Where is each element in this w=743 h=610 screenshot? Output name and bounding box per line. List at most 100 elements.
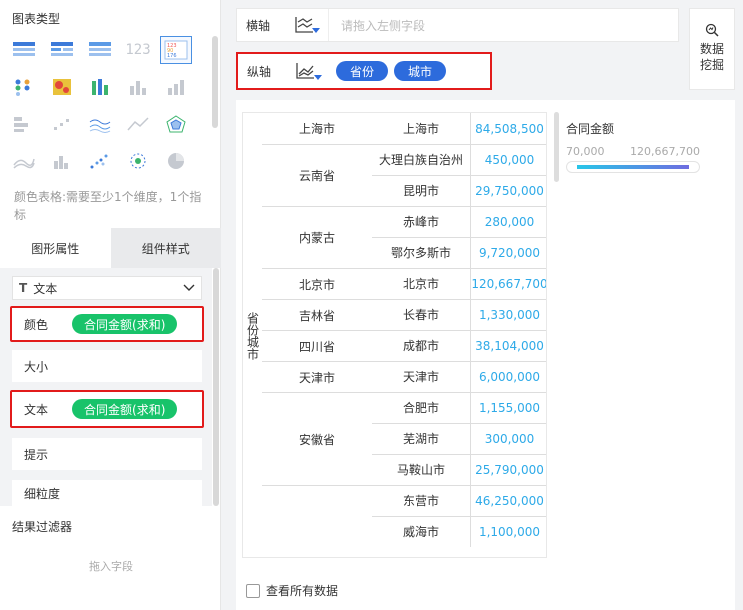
chart-type-pie-chart[interactable]	[160, 147, 192, 175]
province-field-pill[interactable]: 省份	[336, 61, 389, 81]
color-field-pill[interactable]: 合同金额(求和)	[72, 314, 178, 334]
x-axis-placeholder[interactable]: 请拖入左侧字段	[341, 17, 425, 34]
value-cell: 280,000	[470, 206, 546, 237]
legend-title: 合同金额	[566, 122, 615, 136]
chart-type-table[interactable]	[8, 36, 40, 64]
dot-matrix-icon	[15, 79, 30, 96]
mark-type-label: 文本	[33, 281, 58, 296]
chart-type-horizontal-bar[interactable]	[8, 110, 40, 138]
result-filter-title: 结果过滤器	[12, 520, 73, 534]
value-cell: 46,250,000	[470, 485, 546, 516]
tooltip-property-label: 提示	[24, 447, 49, 462]
province-cell: 云南省	[262, 144, 372, 206]
city-field-pill[interactable]: 城市	[394, 61, 447, 81]
chart-type-scatter[interactable]	[84, 147, 116, 175]
view-all-checkbox[interactable]	[246, 583, 260, 598]
view-all-label: 查看所有数据	[266, 584, 339, 598]
city-cell: 合肥市	[402, 401, 439, 415]
text-type-icon: T	[19, 281, 28, 295]
histogram-icon	[54, 156, 68, 169]
chart-type-color-table[interactable]: 123 90 176	[160, 36, 192, 64]
chart-type-column-chart[interactable]	[160, 73, 192, 101]
value-cell: 38,104,000	[470, 330, 546, 361]
caret-down-icon	[314, 75, 322, 80]
color-table-icon: 12390176	[164, 40, 188, 60]
province-cell: 内蒙古	[262, 206, 372, 268]
legend-range: 70,000 120,667,700	[566, 145, 700, 158]
kpi-number-icon: 123	[125, 42, 151, 58]
chart-type-radar[interactable]	[160, 110, 192, 138]
size-property-row[interactable]: 大小	[12, 350, 202, 382]
group-divider	[262, 330, 546, 331]
chart-type-histogram[interactable]	[46, 147, 78, 175]
chart-type-bubble[interactable]	[122, 147, 154, 175]
legend-gradient-bar	[577, 165, 689, 169]
legend-slider[interactable]	[566, 161, 700, 173]
table-scrollbar[interactable]	[554, 112, 559, 182]
chart-type-grouped-table[interactable]	[46, 36, 78, 64]
chart-type-heatmap[interactable]	[46, 73, 78, 101]
mark-type-dropdown[interactable]: T 文本	[12, 276, 202, 300]
value-cell: 1,100,000	[470, 516, 546, 547]
tooltip-property-row[interactable]: 提示	[12, 438, 202, 470]
svg-text:176: 176	[167, 53, 177, 59]
left-panel: 图表类型 123 123 90 176 颜色表格:需要至少1个维度，1个指标 图形属性…	[0, 0, 221, 610]
color-legend: 合同金额 70,000 120,667,700	[566, 120, 726, 173]
city-cell: 天津市	[402, 370, 439, 384]
result-filter-dropzone[interactable]: 拖入字段	[12, 546, 210, 610]
city-cell: 马鞍山市	[396, 463, 445, 477]
legend-min: 70,000	[566, 145, 605, 158]
chart-type-cross-table[interactable]	[84, 36, 116, 64]
tab-component-style[interactable]: 组件样式	[110, 228, 221, 268]
size-property-label: 大小	[24, 359, 49, 374]
table-icon	[13, 42, 35, 56]
chart-type-line-area[interactable]	[122, 110, 154, 138]
caret-down-icon	[312, 28, 320, 33]
chart-type-multi-line[interactable]	[8, 147, 40, 175]
value-cell: 6,000,000	[470, 361, 546, 392]
row-header-text: 省份城市	[245, 312, 260, 360]
group-divider	[262, 206, 546, 207]
color-property-row[interactable]: 颜色 合同金额(求和)	[10, 306, 204, 342]
chart-type-bar-chart[interactable]	[122, 73, 154, 101]
pie-chart-icon	[168, 153, 184, 169]
scatter-small-icon	[54, 119, 69, 130]
chart-type-grid: 123 123 90 176	[8, 36, 208, 180]
data-mining-label: 数据挖掘	[699, 42, 724, 72]
x-axis-sort-button[interactable]	[279, 9, 329, 41]
y-axis-label: 纵轴	[246, 64, 271, 79]
chevron-down-icon	[183, 284, 195, 291]
value-cell: 25,790,000	[470, 454, 546, 485]
axis-line-icon	[294, 17, 313, 33]
heatmap-icon	[53, 79, 71, 95]
view-all-data-toggle[interactable]: 查看所有数据	[246, 582, 338, 599]
chart-type-scrollbar[interactable]	[212, 36, 218, 128]
chart-type-scatter-small[interactable]	[46, 110, 78, 138]
data-mining-button[interactable]: 数据挖掘	[689, 8, 735, 90]
group-divider	[262, 144, 546, 145]
x-axis-label: 横轴	[245, 18, 270, 33]
chart-type-stacked-bar[interactable]	[84, 73, 116, 101]
grouped-table-icon	[51, 42, 73, 56]
granularity-property-row[interactable]: 细粒度	[12, 480, 202, 506]
chart-type-dot-matrix[interactable]	[8, 73, 40, 101]
bubble-icon	[130, 153, 146, 169]
color-table: 省份城市 上海市 84,508,500 上海市 大理白族自治州 450,000 昆明市 29…	[242, 112, 547, 558]
city-cell: 鄂尔多斯市	[390, 246, 451, 260]
property-scrollbar[interactable]	[213, 268, 219, 506]
tab-shape-properties[interactable]: 图形属性	[0, 228, 111, 268]
city-cell: 长春市	[402, 308, 439, 322]
axis-area-icon	[296, 63, 314, 79]
y-axis-sort-button[interactable]	[280, 54, 330, 88]
multi-line-icon	[13, 158, 35, 169]
city-cell: 赤峰市	[402, 215, 439, 229]
granularity-property-label: 细粒度	[24, 486, 61, 501]
text-property-row[interactable]: 文本 合同金额(求和)	[10, 390, 204, 428]
city-cell: 芜湖市	[402, 432, 439, 446]
chart-type-kpi-number[interactable]: 123	[122, 36, 154, 64]
row-header-label: 省份城市	[243, 113, 262, 557]
province-cell	[262, 485, 372, 547]
province-cell: 安徽省	[262, 392, 372, 485]
text-field-pill[interactable]: 合同金额(求和)	[72, 399, 178, 419]
chart-type-wave-line[interactable]	[84, 110, 116, 138]
